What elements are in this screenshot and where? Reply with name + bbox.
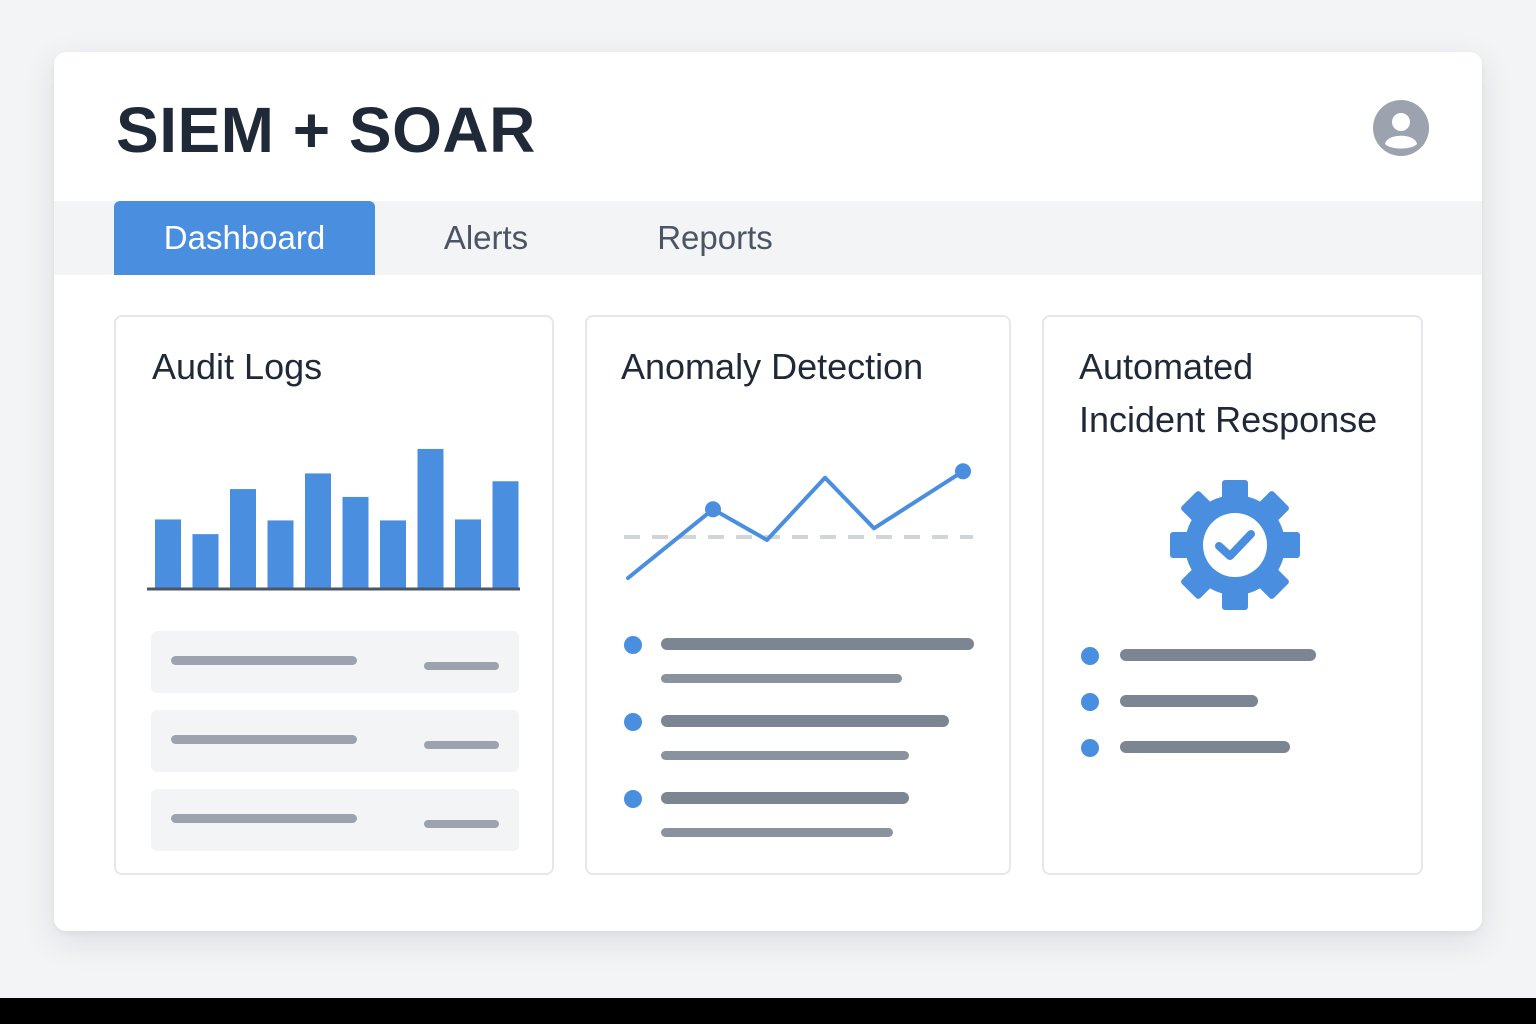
audit-logs-bar-chart [147,448,520,591]
log-row-meta-placeholder [424,662,499,670]
response-item-placeholder [1120,695,1258,707]
response-item-placeholder [1120,741,1290,753]
bar [305,473,331,588]
anomaly-item-sub-placeholder [661,828,893,837]
anomaly-item-sub-placeholder [661,751,909,760]
bottom-bar [0,998,1536,1024]
bullet-dot [624,636,642,654]
log-row-text-placeholder [171,735,357,744]
log-row[interactable] [151,789,519,851]
bar [492,481,519,588]
bullet-dot [1081,739,1099,757]
bar [155,519,181,588]
bar [192,534,219,588]
anomaly-item-placeholder [661,638,974,650]
log-row[interactable] [151,631,519,693]
anomaly-item-placeholder [661,715,949,727]
bar [342,496,369,588]
tab-dashboard[interactable]: Dashboard [114,201,375,275]
series-line [626,469,965,580]
incident-response-title-line1: Automated [1079,346,1254,387]
gear-check-icon [1170,480,1300,610]
user-avatar-icon[interactable] [1373,100,1429,156]
log-row-text-placeholder [171,656,357,665]
incident-response-card: Automated Incident Response [1042,315,1423,875]
bar [230,489,256,588]
tab-reports[interactable]: Reports [634,201,796,275]
bullet-dot [624,790,642,808]
app-window: SIEM + SOAR Dashboard Alerts Reports Aud… [54,52,1482,931]
log-row[interactable] [151,710,519,772]
log-row-meta-placeholder [424,741,499,749]
bullet-dot [1081,647,1099,665]
response-item-placeholder [1120,649,1316,661]
log-row-text-placeholder [171,814,357,823]
audit-logs-card: Audit Logs [114,315,554,875]
tab-strip: Dashboard Alerts Reports [54,201,1482,275]
data-point [955,463,971,480]
incident-response-title-line2: Incident Response [1079,399,1378,440]
anomaly-item-sub-placeholder [661,674,902,683]
app-title: SIEM + SOAR [116,94,536,166]
log-row-meta-placeholder [424,820,499,828]
bullet-dot [1081,693,1099,711]
tab-alerts[interactable]: Alerts [414,201,558,275]
bullet-dot [624,713,642,731]
bar [417,448,444,588]
bar [455,519,481,588]
bar [380,520,406,588]
anomaly-item-placeholder [661,792,909,804]
bar [267,520,294,588]
data-point [705,501,721,518]
anomaly-detection-card: Anomaly Detection [585,315,1011,875]
anomaly-line-chart [624,463,973,580]
